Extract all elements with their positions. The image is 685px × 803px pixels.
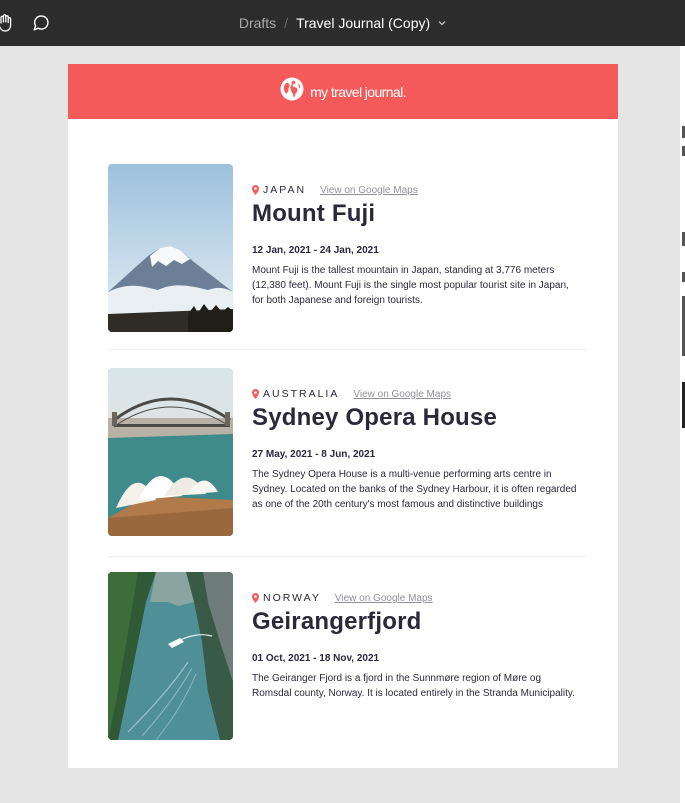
location-pin-icon (252, 185, 259, 195)
entry-photo-sydney-opera-house (108, 368, 233, 536)
entry-title: Sydney Opera House (252, 404, 498, 431)
adjacent-frame-edge (680, 46, 685, 803)
location-pin-icon (252, 593, 259, 603)
chevron-down-icon[interactable] (438, 20, 446, 26)
location-row: AUSTRALIA View on Google Maps (252, 388, 582, 400)
entry-description: The Sydney Opera House is a multi-venue … (252, 469, 577, 510)
location-pin-icon (252, 389, 259, 399)
entry-info: AUSTRALIA View on Google Maps Sydney Ope… (252, 388, 582, 512)
entry-info: JAPAN View on Google Maps Mount Fuji 12 … (252, 184, 582, 308)
entry-description: The Geiranger Fjord is a fjord in the Su… (252, 673, 575, 699)
entry-photo-geirangerfjord (108, 572, 233, 740)
entry-dates: 12 Jan, 2021 - 24 Jan, 2021 (252, 245, 379, 256)
entry-dates: 27 May, 2021 - 8 Jun, 2021 (252, 449, 376, 460)
entry-info: NORWAY View on Google Maps Geirangerfjor… (252, 592, 582, 701)
entry-divider (108, 349, 586, 350)
breadcrumb-separator: / (284, 15, 289, 31)
entry-divider (108, 556, 586, 557)
editor-toolbar: Drafts / Travel Journal (Copy) (0, 0, 685, 46)
google-maps-link[interactable]: View on Google Maps (320, 185, 418, 196)
entry-description: Mount Fuji is the tallest mountain in Ja… (252, 265, 569, 306)
journal-entry: NORWAY View on Google Maps Geirangerfjor… (108, 572, 586, 740)
location-row: NORWAY View on Google Maps (252, 592, 582, 604)
travel-journal-frame: my travel journal. JAPAN View on Google … (68, 64, 618, 768)
journal-header: my travel journal. (68, 64, 618, 119)
entry-country: NORWAY (263, 592, 321, 604)
journal-entry: AUSTRALIA View on Google Maps Sydney Ope… (108, 368, 586, 536)
globe-icon (280, 77, 304, 106)
entry-title: Mount Fuji (252, 200, 376, 227)
entry-title: Geirangerfjord (252, 608, 422, 635)
google-maps-link[interactable]: View on Google Maps (335, 593, 433, 604)
breadcrumb-drafts[interactable]: Drafts (239, 15, 276, 31)
breadcrumb: Drafts / Travel Journal (Copy) (0, 0, 685, 46)
entry-country: JAPAN (263, 184, 307, 196)
entry-dates: 01 Oct, 2021 - 18 Nov, 2021 (252, 653, 380, 664)
journal-entry: JAPAN View on Google Maps Mount Fuji 12 … (108, 164, 586, 332)
entry-country: AUSTRALIA (263, 388, 340, 400)
file-name[interactable]: Travel Journal (Copy) (296, 15, 430, 31)
entry-photo-mount-fuji (108, 164, 233, 332)
logo-text: my travel journal. (310, 83, 406, 100)
location-row: JAPAN View on Google Maps (252, 184, 582, 196)
google-maps-link[interactable]: View on Google Maps (353, 389, 451, 400)
